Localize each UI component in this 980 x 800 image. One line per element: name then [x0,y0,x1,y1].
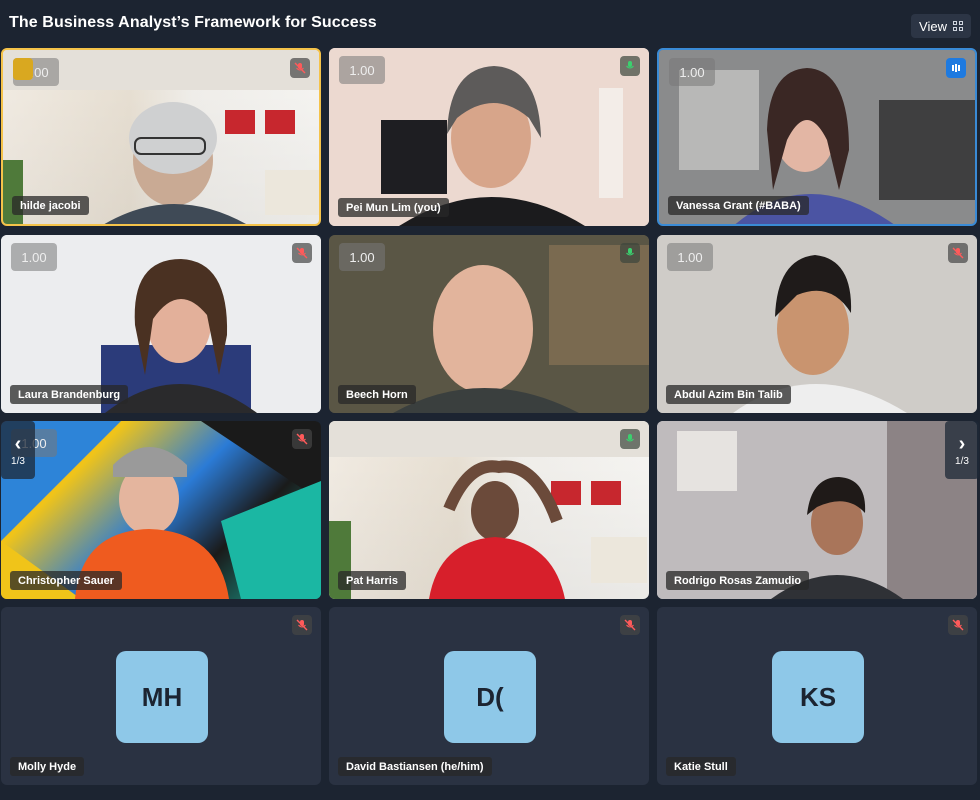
participant-name: Molly Hyde [10,757,85,776]
next-page-button[interactable]: › 1/3 [945,421,979,479]
participant-tile-vanessa-grant[interactable]: 1.00 Vanessa Grant (#BABA) [657,48,977,226]
participant-tile-laura-brandenburg[interactable]: 1.00 Laura Brandenburg [1,235,321,413]
mic-muted-icon [292,243,312,263]
speaking-indicator-icon [946,58,966,78]
chevron-left-icon: ‹ [14,432,22,455]
participant-tile-abdul-azim-bin-talib[interactable]: 1.00 Abdul Azim Bin Talib [657,235,977,413]
avatar: KS [772,651,864,743]
participant-name: David Bastiansen (he/him) [338,757,492,776]
mic-muted-icon [948,615,968,635]
participant-name: hilde jacobi [12,196,89,215]
participant-name: Christopher Sauer [10,571,122,590]
mic-muted-icon [292,429,312,449]
participant-tile-david-bastiansen[interactable]: D( David Bastiansen (he/him) [329,607,649,785]
view-button[interactable]: View [911,14,971,38]
participant-tile-beech-horn[interactable]: 1.00 Beech Horn [329,235,649,413]
participant-tile-pat-harris[interactable]: Pat Harris [329,421,649,599]
mic-on-icon [620,243,640,263]
raised-hand-icon [13,58,33,80]
participant-name: Abdul Azim Bin Talib [666,385,791,404]
participant-name: Vanessa Grant (#BABA) [668,196,809,215]
zoom-level: 1.00 [339,56,385,84]
meeting-title: The Business Analyst’s Framework for Suc… [9,14,377,31]
avatar: D( [444,651,536,743]
page-indicator: 1/3 [955,455,969,467]
chevron-right-icon: › [958,432,966,455]
mic-on-icon [620,56,640,76]
meeting-header: The Business Analyst’s Framework for Suc… [0,0,980,46]
zoom-level: 1.00 [667,243,713,271]
participant-name: Laura Brandenburg [10,385,129,404]
mic-muted-icon [292,615,312,635]
mic-on-icon [620,429,640,449]
avatar: MH [116,651,208,743]
participant-name: Pat Harris [338,571,406,590]
view-label: View [919,18,947,34]
participant-name: Beech Horn [338,385,416,404]
previous-page-button[interactable]: ‹ 1/3 [1,421,35,479]
participant-tile-rodrigo-rosas-zamudio[interactable]: Rodrigo Rosas Zamudio [657,421,977,599]
zoom-level: 1.00 [669,58,715,86]
zoom-level: 1.00 [11,243,57,271]
zoom-level: 1.00 [339,243,385,271]
participant-tile-hilde-jacobi[interactable]: 1.00 hilde jacobi [1,48,321,226]
participant-tile-christopher-sauer[interactable]: 1.00 Christopher Sauer [1,421,321,599]
mic-muted-icon [290,58,310,78]
participant-name: Katie Stull [666,757,736,776]
participant-name: Rodrigo Rosas Zamudio [666,571,810,590]
mic-muted-icon [948,243,968,263]
participant-tile-pei-mun-lim[interactable]: 1.00 Pei Mun Lim (you) [329,48,649,226]
grid-view-icon [953,21,963,31]
mic-muted-icon [620,615,640,635]
participant-tile-katie-stull[interactable]: KS Katie Stull [657,607,977,785]
participant-tile-molly-hyde[interactable]: MH Molly Hyde [1,607,321,785]
participant-name: Pei Mun Lim (you) [338,198,449,217]
page-indicator: 1/3 [11,455,25,467]
